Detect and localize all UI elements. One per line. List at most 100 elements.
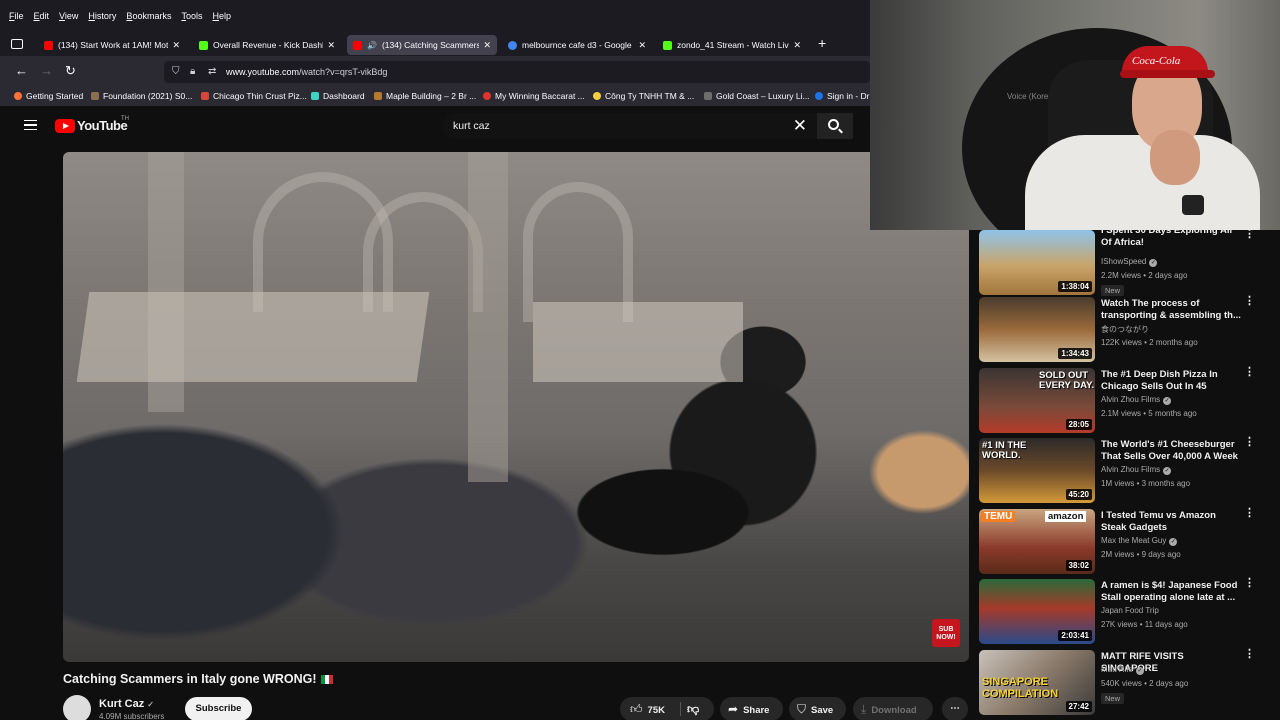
bookmark-item[interactable]: Gold Coast – Luxury Li... [704,91,810,101]
lock-icon[interactable]: 🔒︎ [190,66,195,77]
rec-channel[interactable]: Alvin Zhou Films ✓ [1101,465,1172,475]
thumbnail[interactable]: #1 IN THE WORLD. 45:20 [979,438,1095,503]
more-vert-icon[interactable]: ⋮ [1244,367,1255,378]
dislike-button[interactable]: 👎︎ [687,697,699,720]
clear-search-icon[interactable]: ✕ [793,116,807,136]
forward-arrow-icon[interactable]: → [40,64,53,78]
rec-title[interactable]: A ramen is $4! Japanese Food Stall opera… [1101,580,1243,604]
shield-icon[interactable]: ⛉ [172,66,180,77]
menu-file[interactable]: File [4,11,29,21]
more-actions-icon[interactable]: ⋯ [942,697,968,720]
url-bar[interactable]: ⛉ 🔒︎ ⇄ www.youtube.com/watch?v=qrsT-vikB… [164,61,870,83]
bookmark-item[interactable]: Chicago Thin Crust Piz... [201,91,307,101]
menu-help[interactable]: Help [207,11,236,21]
rec-title[interactable]: The #1 Deep Dish Pizza In Chicago Sells … [1101,369,1243,393]
rec-channel[interactable]: Japan Food Trip [1101,606,1159,615]
more-vert-icon[interactable]: ⋮ [1244,578,1255,589]
thumbnail[interactable]: SINGAPORE COMPILATION 27:42 [979,650,1095,715]
rec-meta: 2.2M views • 2 days ago [1101,271,1188,280]
close-tab-icon[interactable]: ✕ [638,40,646,51]
subscribe-button[interactable]: Subscribe [185,697,252,720]
channel-avatar[interactable] [63,695,91,720]
menu-view[interactable]: View [54,11,83,21]
browser-tab-active[interactable]: 🔊 (134) Catching Scammers i ✕ [347,35,497,55]
youtube-logo[interactable]: YouTube [55,118,128,133]
rec-age: 11 days ago [1144,620,1188,629]
bookmark-label: Foundation (2021) S0... [103,91,193,101]
subscribe-now-watermark[interactable]: SUB NOW! [932,619,960,647]
rec-title[interactable]: I Spent 30 Days Exploring All Of Africa! [1101,230,1243,249]
share-button[interactable]: ➦ Share [720,697,783,720]
recommendation-item[interactable]: SINGAPORE COMPILATION 27:42 MATT RIFE VIS… [979,649,1280,716]
thumbnail-caption: #1 IN THE WORLD. [982,440,1027,461]
recommendation-item[interactable]: TEMU amazon 38:02 I Tested Temu vs Amazon … [979,508,1280,575]
duration-badge: 2:03:41 [1058,630,1092,641]
menu-tools[interactable]: Tools [176,11,207,21]
close-tab-icon[interactable]: ✕ [793,40,801,51]
more-vert-icon[interactable]: ⋮ [1244,508,1255,519]
permissions-icon[interactable]: ⇄ [208,66,216,77]
save-button[interactable]: ⛉ Save [789,697,846,720]
rec-channel[interactable]: Matt Rife ✓ [1101,665,1145,675]
reload-icon[interactable]: ↻ [65,64,76,78]
recommendations-sidebar: 1:38:04 I Spent 30 Days Exploring All Of… [979,230,1280,720]
rec-views: 1M views [1101,479,1135,488]
browser-tab[interactable]: (134) Start Work at 1AM! Moth ✕ [38,35,186,55]
browser-tab[interactable]: Overall Revenue - Kick Dashbo ✕ [193,35,341,55]
download-button[interactable]: ⤓ Download [853,697,933,720]
close-tab-icon[interactable]: ✕ [172,40,180,51]
recommendation-item[interactable]: 1:34:43 Watch The process of transportin… [979,296,1280,363]
browser-tab[interactable]: melbournce cafe d3 - Google S ✕ [502,35,652,55]
url-text[interactable]: www.youtube.com/watch?v=qrsT-vikBdg [226,67,387,77]
search-query[interactable]: kurt caz [453,120,490,132]
thumbnail[interactable]: 1:34:43 [979,297,1095,362]
more-vert-icon[interactable]: ⋮ [1244,437,1255,448]
bookmark-item[interactable]: Getting Started [14,91,83,101]
duration-badge: 27:42 [1065,701,1092,712]
rec-channel[interactable]: IShowSpeed ✓ [1101,257,1158,267]
bookmark-item[interactable]: My Winning Baccarat ... [483,91,585,101]
menu-bookmarks[interactable]: Bookmarks [121,11,176,21]
rec-views: 2.1M views [1101,409,1142,418]
more-vert-icon[interactable]: ⋮ [1244,230,1255,240]
download-label: Download [871,705,917,716]
close-tab-icon[interactable]: ✕ [327,40,335,51]
bookmark-item[interactable]: Maple Building – 2 Br ... [374,91,476,101]
recommendation-item[interactable]: 2:03:41 A ramen is $4! Japanese Food Sta… [979,578,1280,645]
video-player[interactable]: SUB NOW! [63,152,969,662]
more-vert-icon[interactable]: ⋮ [1244,649,1255,660]
tab-list-icon[interactable] [11,39,23,49]
rec-channel[interactable]: Alvin Zhou Films ✓ [1101,395,1172,405]
menu-edit[interactable]: Edit [29,11,55,21]
recommendation-item[interactable]: #1 IN THE WORLD. 45:20 The World's #1 Che… [979,437,1280,504]
bookmark-label: Gold Coast – Luxury Li... [716,91,810,101]
thumbnail[interactable]: 1:38:04 [979,230,1095,295]
thumbnail[interactable]: SOLD OUT EVERY DAY. 28:05 [979,368,1095,433]
rec-channel[interactable]: Max the Meat Guy ✓ [1101,536,1178,546]
recommendation-item[interactable]: SOLD OUT EVERY DAY. 28:05 The #1 Deep Dis… [979,367,1280,434]
rec-title[interactable]: Watch The process of transporting & asse… [1101,298,1243,322]
browser-tab[interactable]: zondo_41 Stream - Watch Live o ✕ [657,35,807,55]
like-button[interactable]: 👍︎ 75K [630,697,665,720]
more-vert-icon[interactable]: ⋮ [1244,296,1255,307]
rec-title[interactable]: I Tested Temu vs Amazon Steak Gadgets [1101,510,1243,534]
bookmark-item[interactable]: Dashboard [311,91,365,101]
bookmark-item[interactable]: Công Ty TNHH TM & ... [593,91,694,101]
search-input[interactable]: kurt caz ✕ [443,113,817,139]
menu-history[interactable]: History [83,11,121,21]
channel-name[interactable]: Kurt Caz ✓ [99,698,154,710]
rec-channel[interactable]: 食のつながり [1101,324,1149,335]
rec-title[interactable]: The World's #1 Cheeseburger That Sells O… [1101,439,1243,463]
bookmark-item[interactable]: Foundation (2021) S0... [91,91,192,101]
thumbnail[interactable]: 2:03:41 [979,579,1095,644]
speaker-icon[interactable]: 🔊 [367,41,377,50]
search-button[interactable] [817,113,853,139]
new-tab-plus-icon[interactable]: + [818,35,826,51]
bookmark-item[interactable]: Sign in - Dr [815,91,870,101]
rec-views: 540K views [1101,679,1142,688]
hamburger-menu-icon[interactable] [24,120,37,130]
recommendation-item[interactable]: 1:38:04 I Spent 30 Days Exploring All Of… [979,230,1280,296]
close-tab-icon[interactable]: ✕ [483,40,491,51]
thumbnail[interactable]: TEMU amazon 38:02 [979,509,1095,574]
back-arrow-icon[interactable]: ← [15,64,28,78]
